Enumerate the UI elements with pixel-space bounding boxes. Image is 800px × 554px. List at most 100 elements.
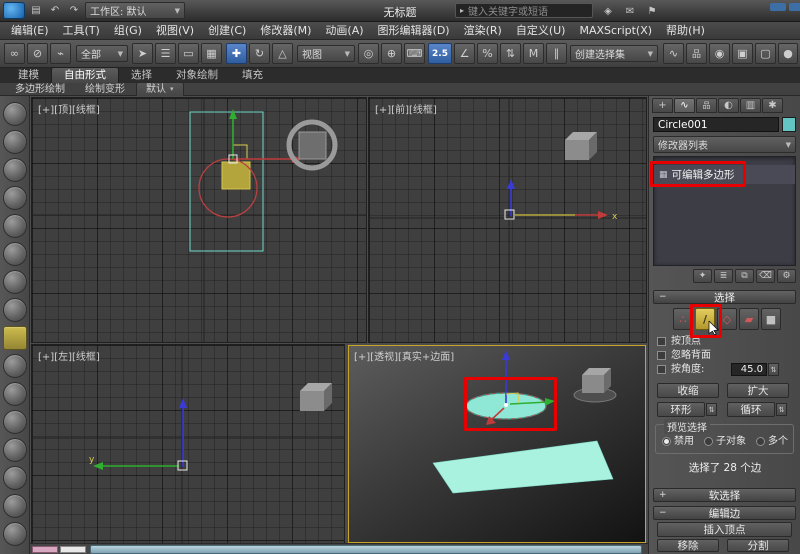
- curve-editor-icon[interactable]: ∿: [663, 43, 684, 64]
- viewport-front[interactable]: [+][前][线框] x: [369, 98, 646, 342]
- window-control-icon[interactable]: [789, 3, 800, 11]
- menu-help[interactable]: 帮助(H): [659, 22, 712, 40]
- workspace-selector[interactable]: 工作区: 默认 ▼: [85, 2, 185, 19]
- select-and-move-icon[interactable]: ✚: [226, 43, 247, 64]
- object-color-swatch[interactable]: [782, 117, 796, 132]
- maxscript-mini-listener-pink[interactable]: [32, 546, 58, 553]
- window-crossing-icon[interactable]: ▦: [201, 43, 222, 64]
- spinner-snap-icon[interactable]: ⇅: [500, 43, 521, 64]
- viewport-front-canvas[interactable]: x: [369, 98, 646, 342]
- left-tool-icon-active[interactable]: [3, 326, 27, 350]
- render-setup-icon[interactable]: ▣: [732, 43, 753, 64]
- remove-button[interactable]: 移除: [657, 539, 719, 552]
- menu-group[interactable]: 组(G): [107, 22, 149, 40]
- left-tool-icon-8[interactable]: [3, 298, 27, 322]
- shrink-button[interactable]: 收缩: [657, 383, 719, 398]
- mirror-icon[interactable]: M: [523, 43, 544, 64]
- ribbon-tab-freeform[interactable]: 自由形式: [51, 67, 119, 83]
- menu-maxscript[interactable]: MAXScript(X): [572, 22, 659, 40]
- ribbon-tab-modeling[interactable]: 建模: [6, 68, 51, 83]
- save-icon[interactable]: ▤: [28, 3, 44, 19]
- rectangular-region-icon[interactable]: ▭: [178, 43, 199, 64]
- search-input[interactable]: ▸ 键入关键字或短语: [455, 3, 593, 18]
- align-icon[interactable]: ∥: [546, 43, 567, 64]
- bind-to-spacewarp-icon[interactable]: ⌁: [50, 43, 71, 64]
- hierarchy-tab-icon[interactable]: 品: [696, 98, 717, 113]
- preview-disable-radio[interactable]: [662, 437, 671, 446]
- viewport-perspective-canvas[interactable]: [348, 345, 646, 543]
- make-unique-icon[interactable]: ⧉: [735, 269, 754, 283]
- select-and-scale-icon[interactable]: △: [272, 43, 293, 64]
- keyboard-shortcut-override-icon[interactable]: ⌨: [404, 43, 425, 64]
- select-and-rotate-icon[interactable]: ↻: [249, 43, 270, 64]
- utilities-tab-icon[interactable]: ✱: [762, 98, 783, 113]
- communication-icon[interactable]: ✉: [622, 3, 638, 19]
- material-editor-icon[interactable]: ◉: [709, 43, 730, 64]
- named-selection-set-combo[interactable]: 创建选择集 ▼: [570, 45, 658, 62]
- by-vertex-checkbox[interactable]: [657, 337, 666, 346]
- render-production-icon[interactable]: ●: [778, 43, 798, 64]
- motion-tab-icon[interactable]: ◐: [718, 98, 739, 113]
- angle-snap-icon[interactable]: ∠: [454, 43, 475, 64]
- panel-tab-polydraw[interactable]: 多边形绘制: [6, 83, 74, 96]
- left-tool-icon-11[interactable]: [3, 382, 27, 406]
- menu-create[interactable]: 创建(C): [201, 22, 253, 40]
- edit-edges-rollout-header[interactable]: − 编辑边: [653, 506, 796, 520]
- preview-subobject-radio[interactable]: [704, 437, 713, 446]
- redo-icon[interactable]: ↷: [66, 3, 82, 19]
- window-control-icon[interactable]: [770, 3, 786, 11]
- angle-spinner[interactable]: ⇅: [768, 363, 779, 376]
- angle-value-field[interactable]: 45.0: [731, 363, 767, 376]
- display-tab-icon[interactable]: ▥: [740, 98, 761, 113]
- left-tool-icon-13[interactable]: [3, 438, 27, 462]
- left-tool-icon-4[interactable]: [3, 186, 27, 210]
- viewport-label[interactable]: [+][前][线框]: [375, 101, 437, 116]
- split-button[interactable]: 分割: [727, 539, 789, 552]
- ignore-backfacing-checkbox[interactable]: [657, 351, 666, 360]
- left-tool-icon-15[interactable]: [3, 494, 27, 518]
- viewport-label[interactable]: [+][透视][真实+边面]: [354, 348, 454, 363]
- left-tool-icon-16[interactable]: [3, 522, 27, 546]
- grow-button[interactable]: 扩大: [727, 383, 789, 398]
- menu-animation[interactable]: 动画(A): [318, 22, 370, 40]
- select-and-link-icon[interactable]: ∞: [4, 43, 25, 64]
- left-tool-icon-2[interactable]: [3, 130, 27, 154]
- loop-spinner[interactable]: ⇅: [776, 403, 787, 416]
- schematic-view-icon[interactable]: 品: [686, 43, 707, 64]
- percent-snap-icon[interactable]: %: [477, 43, 498, 64]
- viewport-top-canvas[interactable]: x: [32, 98, 366, 342]
- pin-stack-icon[interactable]: ✦: [693, 269, 712, 283]
- menu-modifiers[interactable]: 修改器(M): [253, 22, 318, 40]
- menu-edit[interactable]: 编辑(E): [4, 22, 56, 40]
- ribbon-tab-selection[interactable]: 选择: [119, 68, 164, 83]
- left-tool-icon-14[interactable]: [3, 466, 27, 490]
- menu-customize[interactable]: 自定义(U): [509, 22, 573, 40]
- select-object-icon[interactable]: ➤: [132, 43, 153, 64]
- viewport-left[interactable]: [+][左][线框] y: [32, 345, 344, 543]
- ring-button[interactable]: 环形: [657, 402, 705, 417]
- modifier-list-dropdown[interactable]: 修改器列表 ▼: [653, 136, 796, 153]
- show-end-result-icon[interactable]: ≣: [714, 269, 733, 283]
- menu-rendering[interactable]: 渲染(R): [457, 22, 509, 40]
- left-tool-icon-1[interactable]: [3, 102, 27, 126]
- soft-selection-rollout-header[interactable]: + 软选择: [653, 488, 796, 502]
- menu-tools[interactable]: 工具(T): [56, 22, 107, 40]
- track-bar[interactable]: [90, 545, 642, 554]
- use-pivot-point-icon[interactable]: ◎: [358, 43, 379, 64]
- selection-rollout-header[interactable]: − 选择: [653, 290, 796, 304]
- ribbon-tab-populate[interactable]: 填充: [230, 68, 275, 83]
- create-tab-icon[interactable]: +: [652, 98, 673, 113]
- left-tool-icon-6[interactable]: [3, 242, 27, 266]
- menu-views[interactable]: 视图(V): [149, 22, 201, 40]
- viewport-label[interactable]: [+][左][线框]: [38, 348, 100, 363]
- left-tool-icon-7[interactable]: [3, 270, 27, 294]
- preview-multiple-radio[interactable]: [756, 437, 765, 446]
- modify-tab-icon[interactable]: ∿: [674, 98, 695, 113]
- panel-tab-paint-deform[interactable]: 绘制变形: [76, 83, 134, 96]
- viewport-left-canvas[interactable]: y: [32, 345, 344, 543]
- menu-graph-editors[interactable]: 图形编辑器(D): [371, 22, 457, 40]
- maxscript-mini-listener-white[interactable]: [60, 546, 86, 553]
- element-subobject-button[interactable]: ■: [761, 308, 781, 330]
- ribbon-tab-object-paint[interactable]: 对象绘制: [164, 68, 230, 83]
- object-name-field[interactable]: Circle001: [653, 117, 779, 132]
